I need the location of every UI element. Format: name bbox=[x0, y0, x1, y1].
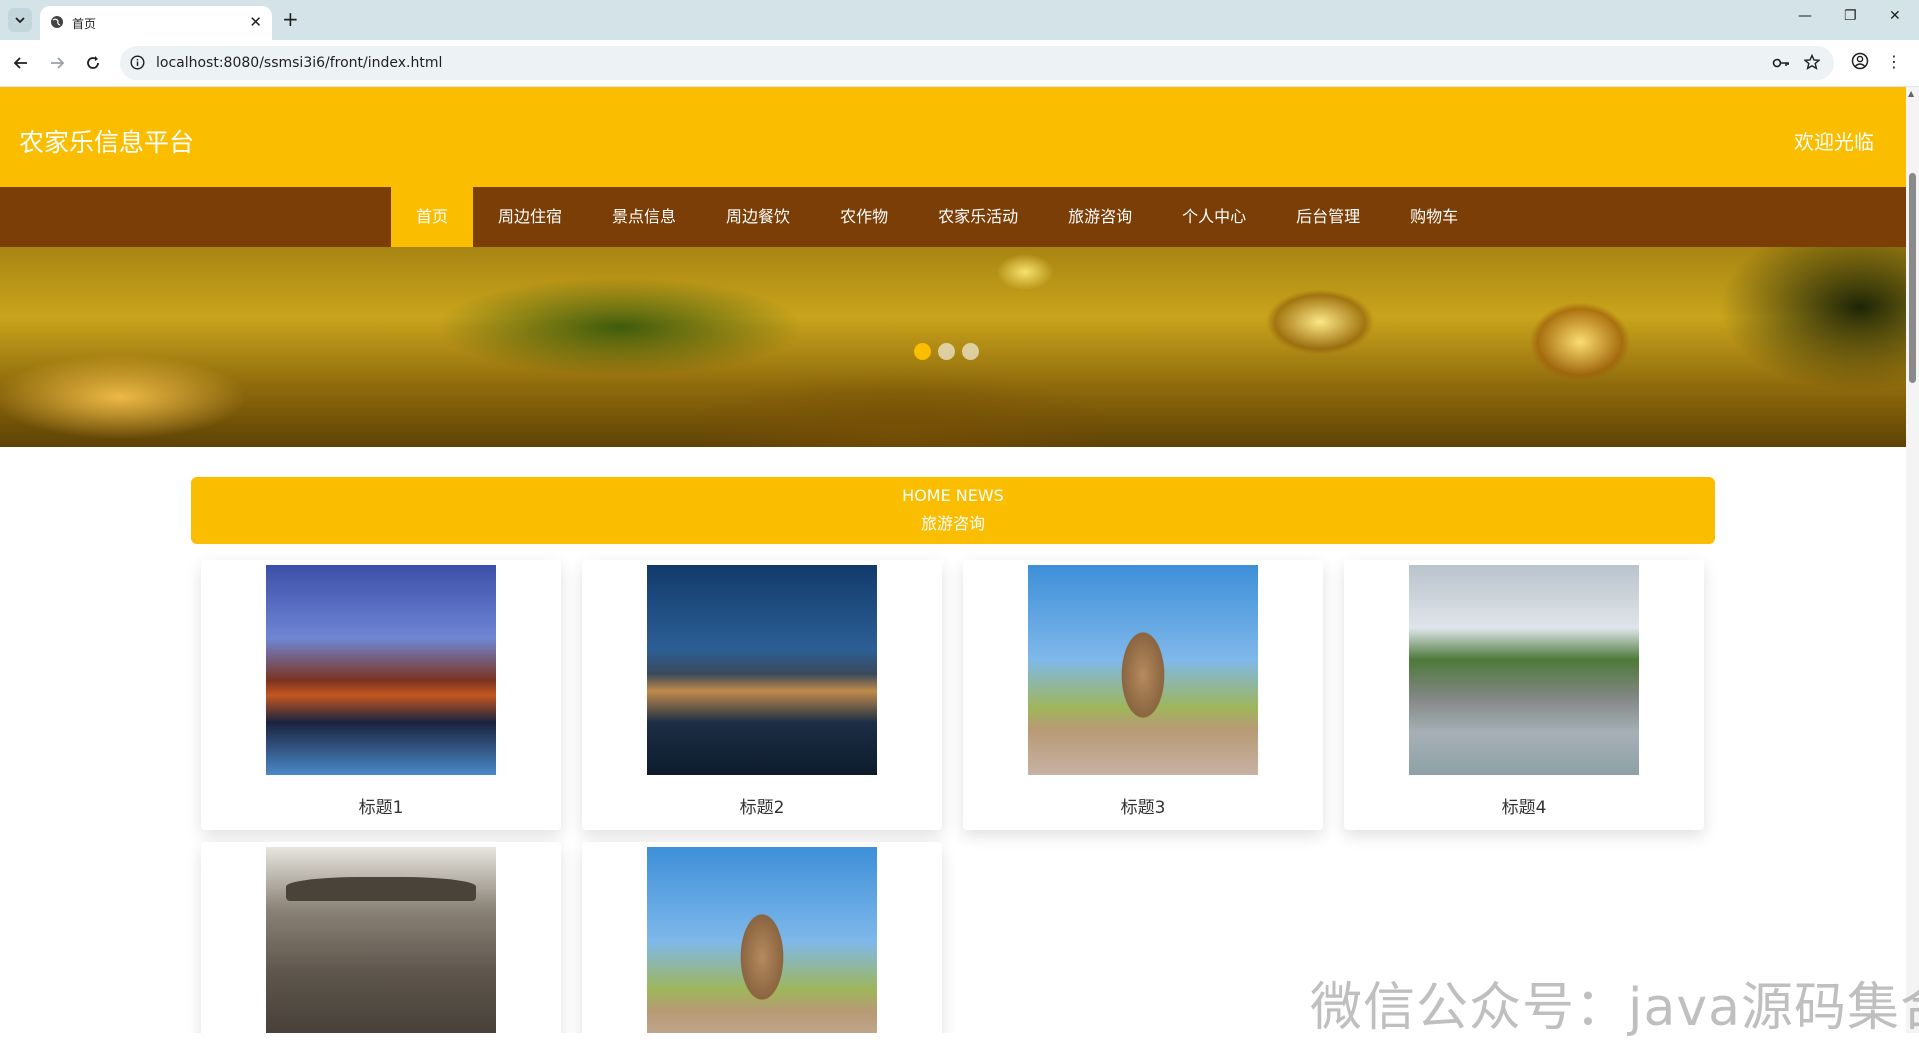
reload-icon[interactable] bbox=[82, 52, 104, 74]
minimize-icon[interactable]: — bbox=[1798, 8, 1812, 24]
nav-item-user-center[interactable]: 个人中心 bbox=[1157, 187, 1271, 247]
site-header: 农家乐信息平台 欢迎光临 bbox=[0, 87, 1906, 187]
site-info-icon[interactable] bbox=[130, 55, 145, 74]
window-close-icon[interactable]: ✕ bbox=[1889, 8, 1901, 24]
nav-item-travel-news[interactable]: 旅游咨询 bbox=[1043, 187, 1157, 247]
news-heading-cn: 旅游咨询 bbox=[920, 514, 985, 533]
carousel-indicators bbox=[914, 343, 979, 360]
close-icon[interactable]: ✕ bbox=[249, 14, 262, 30]
nav-item-dining[interactable]: 周边餐饮 bbox=[701, 187, 815, 247]
news-card[interactable]: 标题4 bbox=[1344, 560, 1704, 830]
news-card[interactable] bbox=[201, 842, 561, 1033]
tab-list-icon[interactable] bbox=[8, 8, 32, 32]
tab-title: 首页 bbox=[72, 17, 97, 31]
back-icon[interactable] bbox=[10, 52, 32, 74]
address-bar[interactable]: localhost:8080/ssmsi3i6/front/index.html bbox=[120, 46, 1834, 80]
browser-toolbar: localhost:8080/ssmsi3i6/front/index.html… bbox=[0, 40, 1919, 87]
menu-icon[interactable]: ⋮ bbox=[1886, 52, 1902, 71]
nav-item-lodging[interactable]: 周边住宿 bbox=[473, 187, 587, 247]
scroll-up-icon[interactable]: ▲ bbox=[1908, 89, 1914, 98]
watermark: 微信公众号：java源码集合 bbox=[1310, 978, 1919, 1038]
news-heading-en: HOME NEWS bbox=[902, 486, 1004, 505]
news-card-title[interactable]: 标题4 bbox=[1344, 793, 1704, 818]
news-card-image[interactable] bbox=[647, 565, 877, 775]
news-card[interactable]: 标题2 bbox=[582, 560, 942, 830]
nav-item-attractions[interactable]: 景点信息 bbox=[587, 187, 701, 247]
nav-item-admin[interactable]: 后台管理 bbox=[1271, 187, 1385, 247]
news-card[interactable]: 标题1 bbox=[201, 560, 561, 830]
main-nav: 首页 周边住宿 景点信息 周边餐饮 农作物 农家乐活动 旅游咨询 个人中心 后台… bbox=[0, 187, 1906, 247]
new-tab-icon[interactable]: + bbox=[282, 8, 299, 30]
nav-item-home[interactable]: 首页 bbox=[391, 187, 474, 247]
nav-item-activities[interactable]: 农家乐活动 bbox=[913, 187, 1043, 247]
news-section-header: HOME NEWS 旅游咨询 bbox=[191, 477, 1715, 544]
browser-tab-bar: 首页 ✕ + — ❐ ✕ bbox=[0, 0, 1919, 40]
forward-icon[interactable] bbox=[46, 52, 68, 74]
page-viewport: 农家乐信息平台 欢迎光临 首页 周边住宿 景点信息 周边餐饮 农作物 农家乐活动… bbox=[0, 87, 1906, 1033]
news-card[interactable]: 标题3 bbox=[963, 560, 1323, 830]
password-key-icon[interactable] bbox=[1772, 55, 1790, 74]
carousel-dot[interactable] bbox=[938, 343, 955, 360]
url-text: localhost:8080/ssmsi3i6/front/index.html bbox=[156, 55, 443, 71]
profile-icon[interactable] bbox=[1851, 52, 1869, 74]
carousel-dot[interactable] bbox=[962, 343, 979, 360]
scroll-thumb[interactable] bbox=[1909, 173, 1916, 383]
globe-icon bbox=[50, 14, 64, 33]
news-card-image[interactable] bbox=[1409, 565, 1639, 775]
carousel-dot[interactable] bbox=[914, 343, 931, 360]
browser-tab[interactable]: 首页 ✕ bbox=[40, 6, 272, 40]
bookmark-star-icon[interactable] bbox=[1803, 53, 1821, 74]
news-card-title[interactable]: 标题2 bbox=[582, 793, 942, 818]
nav-item-crops[interactable]: 农作物 bbox=[815, 187, 913, 247]
restore-icon[interactable]: ❐ bbox=[1844, 8, 1857, 24]
news-card-title[interactable]: 标题1 bbox=[201, 793, 561, 818]
news-card-image[interactable] bbox=[1028, 565, 1258, 775]
news-card-image[interactable] bbox=[266, 565, 496, 775]
news-card-image[interactable] bbox=[266, 847, 496, 1033]
welcome-text: 欢迎光临 bbox=[1794, 130, 1874, 154]
nav-item-cart[interactable]: 购物车 bbox=[1385, 187, 1483, 247]
page-scrollbar[interactable]: ▲ bbox=[1906, 87, 1919, 1033]
site-title: 农家乐信息平台 bbox=[19, 128, 195, 157]
news-card-title[interactable]: 标题3 bbox=[963, 793, 1323, 818]
news-card-image[interactable] bbox=[647, 847, 877, 1033]
news-card[interactable] bbox=[582, 842, 942, 1033]
